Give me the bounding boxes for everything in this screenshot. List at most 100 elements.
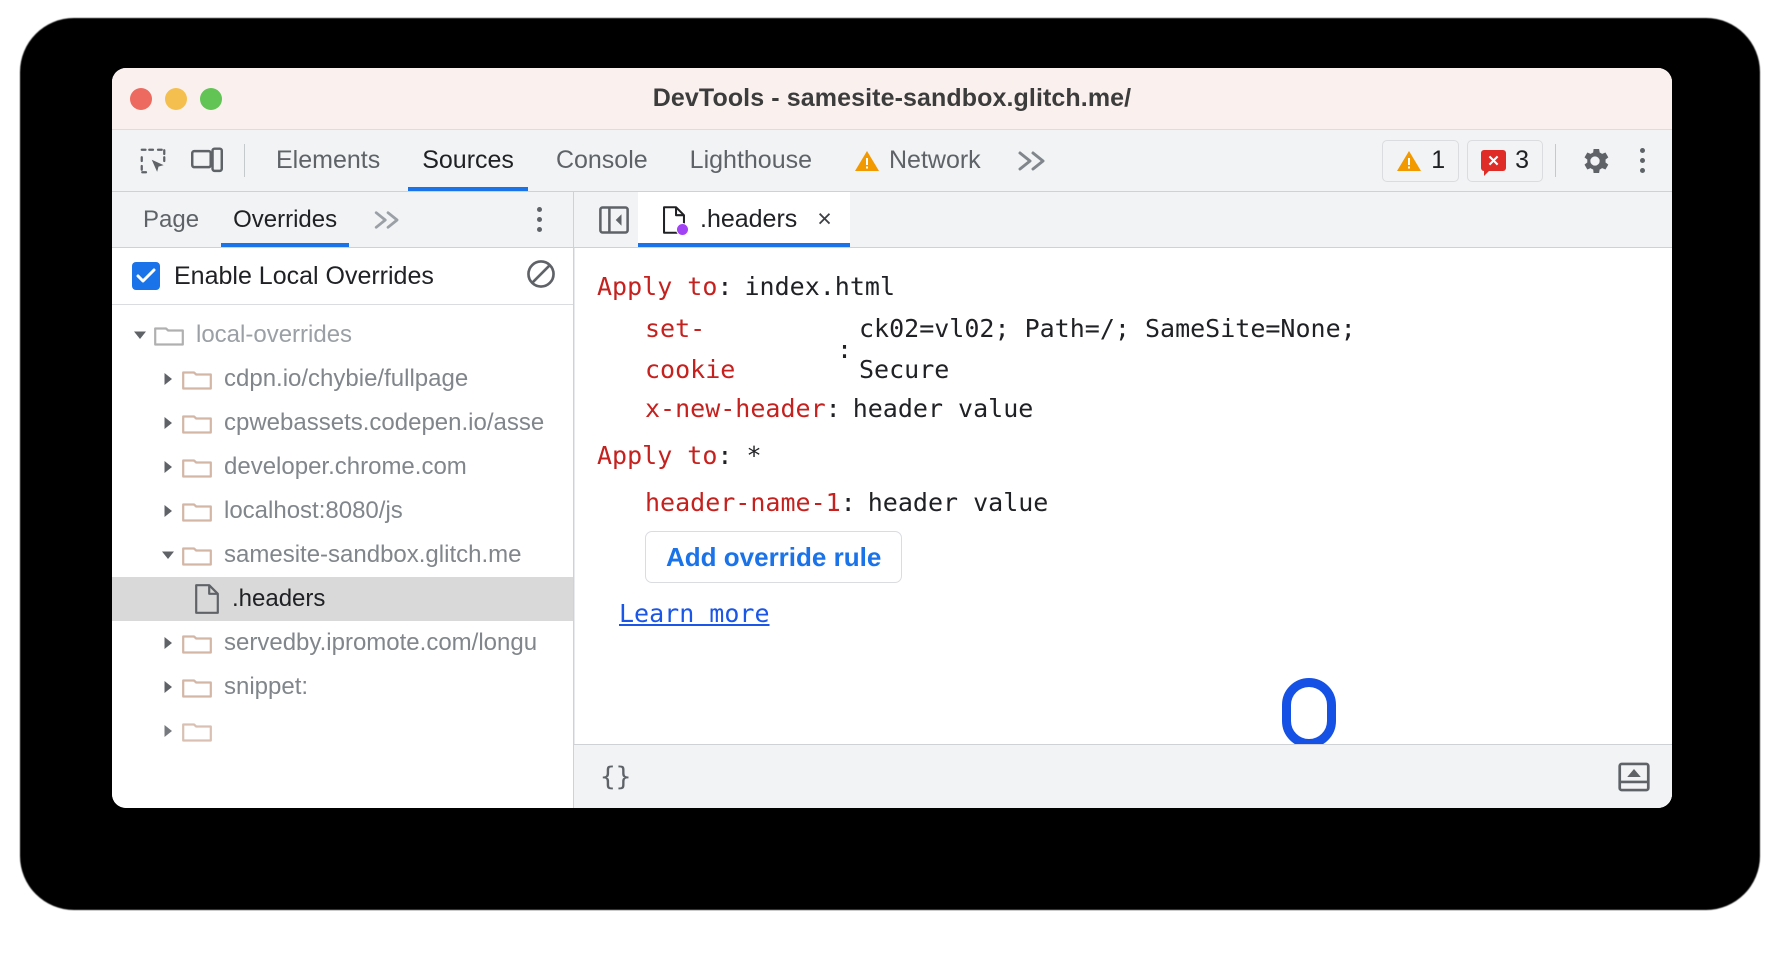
window-title: DevTools - samesite-sandbox.glitch.me/ xyxy=(112,84,1672,113)
tree-row-localhost[interactable]: localhost:8080/js xyxy=(112,489,573,533)
warning-count-badge[interactable]: 1 xyxy=(1382,140,1459,182)
learn-more-link[interactable]: Learn more xyxy=(619,601,770,626)
headers-editor-body[interactable]: Apply to:index.html set- cookie : ck02=v… xyxy=(574,248,1672,744)
tab-elements[interactable]: Elements xyxy=(255,130,401,191)
tree-row-cdpn-io[interactable]: cdpn.io/chybie/fullpage xyxy=(112,357,573,401)
enable-local-overrides-row: Enable Local Overrides xyxy=(112,248,573,305)
folder-icon xyxy=(182,411,212,435)
nav-tab-page[interactable]: Page xyxy=(126,192,216,247)
header-value-set-cookie[interactable]: ck02=vl02; Path=/; SameSite=None; Secure xyxy=(859,316,1356,382)
nav-more-tabs-icon[interactable] xyxy=(354,192,422,247)
apply-to-value[interactable]: index.html xyxy=(732,274,895,299)
tree-row-servedby-ipromote[interactable]: servedby.ipromote.com/longu xyxy=(112,621,573,665)
enable-local-overrides-checkbox[interactable] xyxy=(132,262,160,290)
header-key-x-new-header[interactable]: x-new-header xyxy=(645,396,826,421)
tree-row-partial[interactable] xyxy=(112,709,573,753)
folder-icon xyxy=(182,499,212,523)
devtools-toolbar: Elements Sources Console Lighthouse xyxy=(112,130,1672,192)
tab-lighthouse[interactable]: Lighthouse xyxy=(669,130,833,191)
editor-tab-headers[interactable]: .headers × xyxy=(638,192,850,247)
navigator-pane: Page Overrides xyxy=(112,192,574,808)
file-icon xyxy=(194,584,220,614)
folder-icon xyxy=(182,631,212,655)
header-key-line2: cookie xyxy=(645,357,837,382)
caret-right-icon[interactable] xyxy=(154,458,182,476)
show-drawer-icon[interactable] xyxy=(1618,762,1650,792)
tree-row-developer-chrome[interactable]: developer.chrome.com xyxy=(112,445,573,489)
toolbar-divider xyxy=(244,144,245,177)
header-value-line1: ck02=vl02; Path=/; SameSite=None; xyxy=(859,314,1356,343)
header-value-line1: header value xyxy=(853,394,1034,423)
window-titlebar: DevTools - samesite-sandbox.glitch.me/ xyxy=(112,68,1672,130)
caret-down-icon[interactable] xyxy=(154,546,182,564)
warning-count-label: 1 xyxy=(1431,146,1445,175)
error-count-label: 3 xyxy=(1515,146,1529,175)
tab-console[interactable]: Console xyxy=(535,130,669,191)
inspect-element-icon[interactable] xyxy=(126,130,180,191)
tree-row-label: snippet: xyxy=(224,673,308,701)
apply-to-wildcard-value[interactable]: * xyxy=(732,443,761,468)
gear-icon[interactable] xyxy=(1568,130,1622,191)
tree-row-label: cdpn.io/chybie/fullpage xyxy=(224,365,468,393)
navigator-tab-list: Page Overrides xyxy=(112,192,573,248)
editor-tabbar: .headers × xyxy=(574,192,1672,248)
close-window-button[interactable] xyxy=(130,88,152,110)
maximize-window-button[interactable] xyxy=(200,88,222,110)
pretty-print-icon[interactable]: {} xyxy=(600,762,631,792)
caret-right-icon[interactable] xyxy=(154,414,182,432)
header-value-line2: Secure xyxy=(859,357,1356,382)
caret-right-icon[interactable] xyxy=(154,722,182,740)
tree-row-snippet[interactable]: snippet: xyxy=(112,665,573,709)
add-override-rule-button[interactable]: Add override rule xyxy=(645,531,902,583)
tree-row-headers-file[interactable]: .headers xyxy=(112,577,573,621)
tab-sources[interactable]: Sources xyxy=(401,130,535,191)
tab-network[interactable]: Network xyxy=(833,130,1002,191)
header-value-x-new-header[interactable]: header value xyxy=(841,396,1034,421)
header-key-set-cookie[interactable]: set- cookie xyxy=(645,316,837,382)
tree-row-label: localhost:8080/js xyxy=(224,497,403,525)
caret-right-icon[interactable] xyxy=(154,634,182,652)
overrides-file-tree[interactable]: local-overrides cdpn.io/chybie/fullpage xyxy=(112,305,573,808)
collapse-sidebar-icon[interactable] xyxy=(590,192,638,247)
header-key-header-name-1[interactable]: header-name-1 xyxy=(645,490,841,515)
header-key-line1: header-name-1 xyxy=(645,488,841,517)
close-icon[interactable]: × xyxy=(817,205,832,234)
folder-icon xyxy=(182,543,212,567)
caret-down-icon[interactable] xyxy=(126,326,154,344)
header-row-header-name-1[interactable]: header-name-1 : header value xyxy=(597,490,1672,515)
header-key-line1: x-new-header xyxy=(645,394,826,423)
caret-right-icon[interactable] xyxy=(154,370,182,388)
header-row-x-new-header[interactable]: x-new-header : header value xyxy=(597,396,1672,421)
tree-row-cpwebassets[interactable]: cpwebassets.codepen.io/asse xyxy=(112,401,573,445)
apply-to-label: Apply to xyxy=(597,443,717,468)
header-row-set-cookie[interactable]: set- cookie : ck02=vl02; Path=/; SameSit… xyxy=(597,316,1672,382)
header-value-header-name-1[interactable]: header value xyxy=(856,490,1049,515)
devtools-body: Page Overrides xyxy=(112,192,1672,808)
error-count-badge[interactable]: ✕ 3 xyxy=(1467,140,1543,182)
enable-local-overrides-label: Enable Local Overrides xyxy=(174,262,434,291)
tree-row-label: developer.chrome.com xyxy=(224,453,467,481)
header-key-line1: set- xyxy=(645,314,705,343)
caret-right-icon[interactable] xyxy=(154,678,182,696)
apply-to-line-2[interactable]: Apply to:* xyxy=(597,443,1672,468)
annotation-oval-wildcard xyxy=(1282,678,1336,744)
apply-to-colon: : xyxy=(717,443,732,468)
navigator-tabs-spacer xyxy=(422,192,519,247)
minimize-window-button[interactable] xyxy=(165,88,187,110)
navigator-menu-icon[interactable] xyxy=(519,192,559,247)
device-toolbar-icon[interactable] xyxy=(180,130,234,191)
main-menu-icon[interactable] xyxy=(1622,130,1662,191)
caret-right-icon[interactable] xyxy=(154,502,182,520)
tab-lighthouse-label: Lighthouse xyxy=(690,146,812,175)
apply-to-line-1[interactable]: Apply to:index.html xyxy=(597,274,1672,299)
screenshot-root: DevTools - samesite-sandbox.glitch.me/ xyxy=(0,0,1780,958)
folder-icon xyxy=(154,323,184,347)
clear-configuration-icon[interactable] xyxy=(525,258,557,295)
header-colon: : xyxy=(837,337,859,362)
more-panels-icon[interactable] xyxy=(1002,130,1064,191)
nav-tab-overrides-label: Overrides xyxy=(233,206,337,234)
nav-tab-overrides[interactable]: Overrides xyxy=(216,192,354,247)
tree-row-local-overrides[interactable]: local-overrides xyxy=(112,313,573,357)
tree-row-samesite-sandbox[interactable]: samesite-sandbox.glitch.me xyxy=(112,533,573,577)
headers-rules: Apply to:index.html set- cookie : ck02=v… xyxy=(575,274,1672,626)
